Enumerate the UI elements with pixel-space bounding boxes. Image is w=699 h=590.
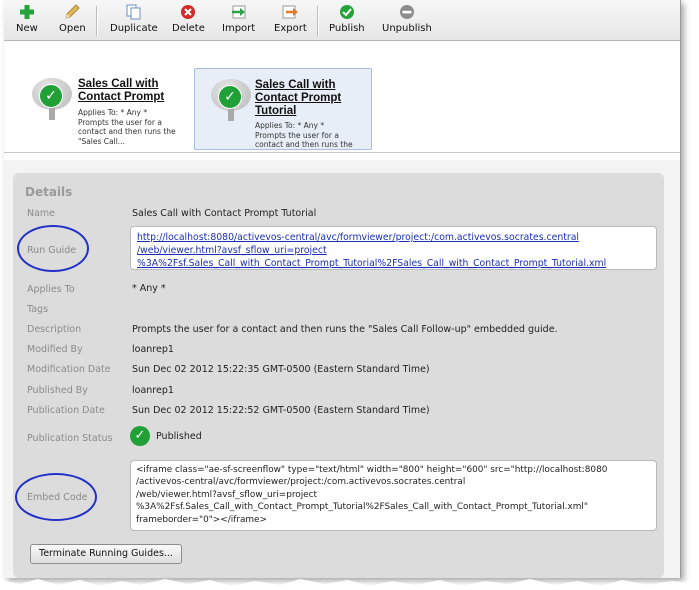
application-window: New Open Duplicate Delete Import Export … [4,0,681,578]
open-label: Open [59,23,86,34]
applies-to-value: * Any * [132,283,166,294]
terminate-running-guides-button[interactable]: Terminate Running Guides... [30,544,182,564]
delete-label: Delete [172,23,205,34]
torn-edge [0,579,699,590]
new-button[interactable]: New [16,4,38,34]
run-guide-url-box: http://localhost:8080/activevos-central/… [130,226,657,270]
tags-label: Tags [27,304,49,315]
export-button[interactable]: Export [274,4,307,34]
run-guide-link[interactable]: http://localhost:8080/activevos-central/… [137,231,656,270]
description-value: Prompts the user for a contact and then … [132,324,558,335]
publication-date-label: Publication Date [27,405,105,416]
guide-card[interactable]: ✓ Sales Call with Contact Prompt Applies… [26,68,196,148]
plus-icon [18,4,36,20]
modification-date-label: Modification Date [27,364,111,375]
publication-status-value: Published [156,431,202,442]
details-area: Details Name Sales Call with Contact Pro… [4,160,680,578]
open-button[interactable]: Open [59,4,86,34]
publication-status-label: Publication Status [27,433,113,444]
guide-tree-icon: ✓ [30,78,74,122]
highlight-oval [17,225,89,272]
modified-by-value: loanrep1 [132,344,174,355]
guide-gallery: ✓ Sales Call with Contact Prompt Applies… [4,41,680,153]
guide-tree-icon: ✓ [209,79,253,123]
guide-card-title[interactable]: Sales Call with Contact Prompt Tutorial [255,79,341,118]
import-label: Import [222,23,256,34]
export-label: Export [274,23,307,34]
publication-date-value: Sun Dec 02 2012 15:22:52 GMT-0500 (Easte… [132,405,430,416]
guide-card-description: Applies To: * Any * Prompts the user for… [255,121,353,149]
unpublish-icon [398,4,416,20]
toolbar-separator [96,6,98,36]
guide-card-selected[interactable]: ✓ Sales Call with Contact Prompt Tutoria… [194,68,372,150]
duplicate-button[interactable]: Duplicate [110,4,158,34]
publish-label: Publish [329,23,365,34]
duplicate-label: Duplicate [110,23,158,34]
unpublish-button[interactable]: Unpublish [382,4,432,34]
published-by-value: loanrep1 [132,385,174,396]
toolbar: New Open Duplicate Delete Import Export … [4,0,680,41]
import-button[interactable]: Import [222,4,255,34]
duplicate-icon [125,4,143,20]
description-label: Description [27,324,82,335]
published-check-icon: ✓ [218,85,242,109]
unpublish-label: Unpublish [382,23,432,34]
name-value: Sales Call with Contact Prompt Tutorial [132,208,317,219]
guide-card-description: Applies To: * Any * Prompts the user for… [78,108,176,146]
toolbar-separator [317,6,319,36]
import-icon [230,4,248,20]
modified-by-label: Modified By [27,344,83,355]
applies-to-label: Applies To [27,284,75,295]
publish-icon [338,4,356,20]
embed-code-box[interactable]: <iframe class="ae-sf-screenflow" type="t… [130,460,657,531]
details-heading: Details [25,185,73,199]
guide-card-title[interactable]: Sales Call with Contact Prompt [78,78,164,104]
details-panel: Details Name Sales Call with Contact Pro… [13,173,664,578]
pencil-icon [63,4,81,20]
publish-button[interactable]: Publish [329,4,365,34]
name-label: Name [27,208,56,219]
highlight-oval [15,473,97,521]
export-icon [281,4,299,20]
delete-button[interactable]: Delete [172,4,205,34]
published-check-icon: ✓ [130,426,150,446]
published-by-label: Published By [27,385,88,396]
new-label: New [16,23,38,34]
delete-icon [179,4,197,20]
modification-date-value: Sun Dec 02 2012 15:22:35 GMT-0500 (Easte… [132,364,430,375]
published-check-icon: ✓ [39,84,63,108]
embed-code-text: <iframe class="ae-sf-screenflow" type="t… [136,465,608,525]
